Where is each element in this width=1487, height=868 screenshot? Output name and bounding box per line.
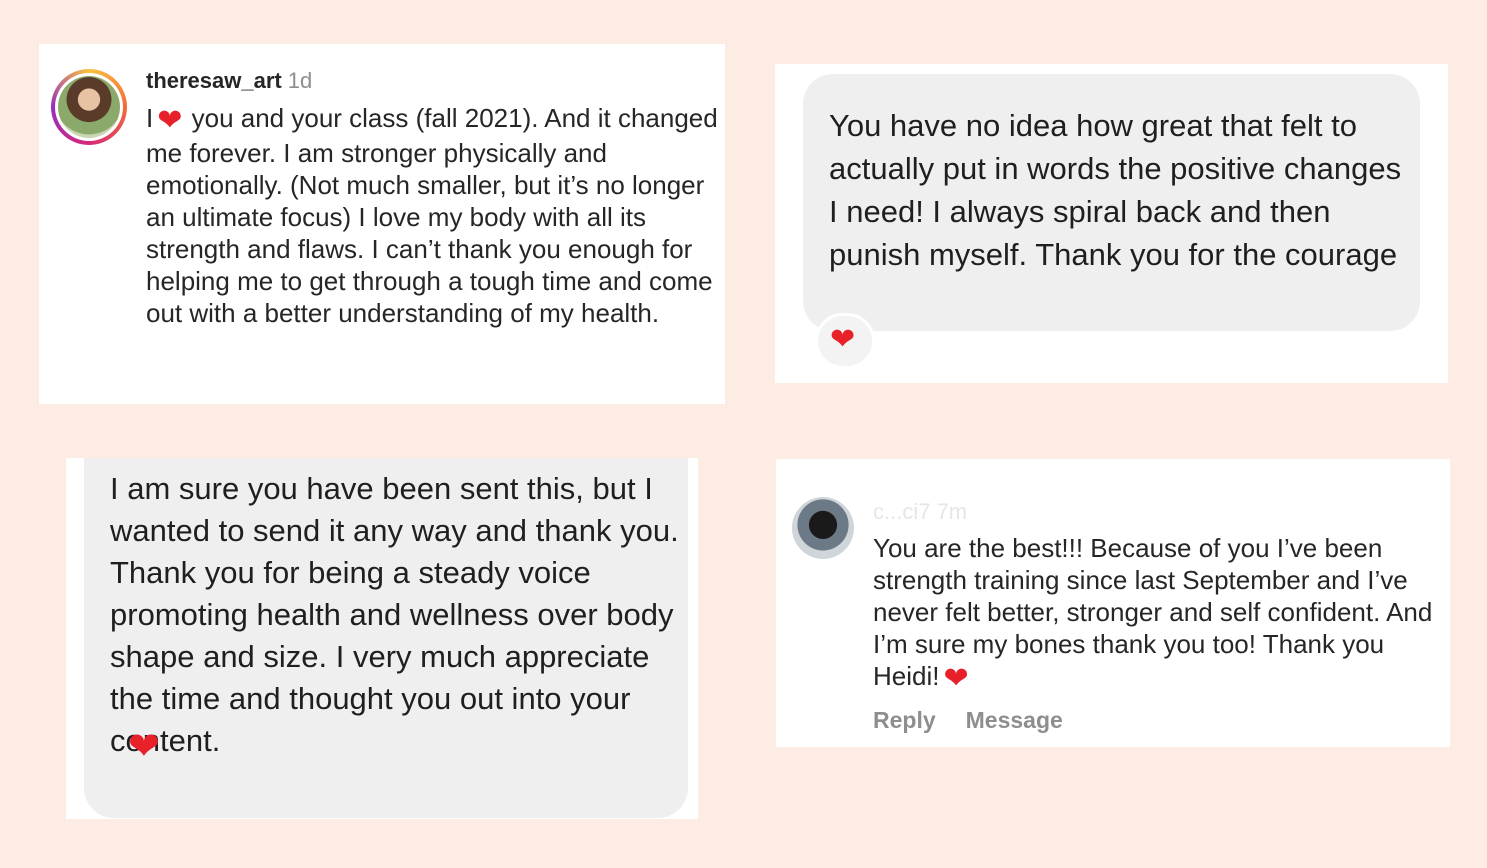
comment-text: You are the best!!! Because of you I’ve … [873, 532, 1445, 695]
message-card-2: I am sure you have been sent this, but I… [66, 458, 698, 819]
heart-icon: ❤ [157, 103, 183, 138]
avatar [58, 76, 120, 138]
comment-actions: Reply Message [873, 707, 1093, 734]
comment-card-theresaw: theresaw_art 1d I ❤ you and your class (fa… [39, 44, 725, 404]
heart-reaction-icon: ❤ [830, 322, 856, 357]
reply-button[interactable]: Reply [873, 707, 936, 733]
message-text: You have no idea how great that felt to … [829, 108, 1402, 272]
comment-text-start: I [146, 103, 154, 133]
username[interactable]: theresaw_art [146, 68, 282, 93]
username[interactable]: c...ci7 7m [873, 499, 967, 525]
message-card-1: You have no idea how great that felt to … [775, 64, 1448, 383]
message-bubble[interactable]: You have no idea how great that felt to … [803, 74, 1420, 331]
reaction-badge[interactable]: ❤ [815, 313, 875, 369]
message-text: I am sure you have been sent this, but I… [110, 471, 679, 758]
comment-header: theresaw_art 1d [146, 68, 312, 94]
heart-icon: ❤ [943, 661, 969, 696]
comment-text-rest: you and your class (fall 2021). And it c… [146, 103, 718, 328]
message-bubble[interactable]: I am sure you have been sent this, but I… [84, 458, 688, 818]
message-button[interactable]: Message [966, 707, 1063, 733]
heart-icon: ❤ [128, 724, 160, 768]
story-ring-avatar[interactable] [51, 69, 127, 145]
avatar[interactable] [792, 497, 854, 559]
comment-card-2: c...ci7 7m You are the best!!! Because o… [776, 459, 1450, 747]
comment-text: I ❤ you and your class (fall 2021). And i… [146, 102, 721, 329]
comment-time: 1d [287, 68, 313, 93]
avatar-border [55, 73, 123, 141]
